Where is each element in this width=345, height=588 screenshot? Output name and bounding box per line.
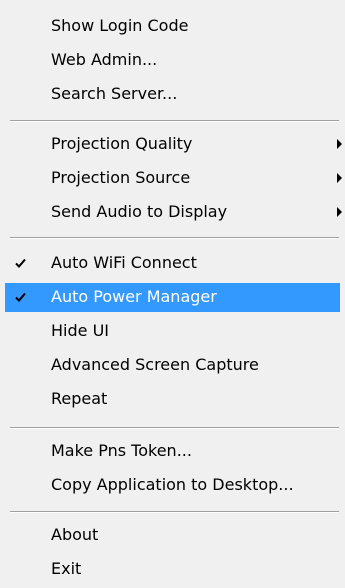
menu-item-label: About <box>51 525 99 544</box>
menu-item-auto-power-manager[interactable]: Auto Power Manager <box>5 283 340 312</box>
menu-item-advanced-screen-capture[interactable]: Advanced Screen Capture <box>5 351 340 380</box>
menu-item-search-server[interactable]: Search Server... <box>5 80 340 109</box>
menu-separator <box>10 511 339 513</box>
menu-item-label: Projection Quality <box>51 134 193 153</box>
menu-separator <box>10 237 339 239</box>
menu-item-label: Send Audio to Display <box>51 202 228 221</box>
menu-item-label: Advanced Screen Capture <box>51 355 259 374</box>
menu-item-make-pns-token[interactable]: Make Pns Token... <box>5 437 340 466</box>
submenu-arrow-icon <box>337 139 342 149</box>
checkmark-icon <box>15 292 26 302</box>
menu-item-label: Projection Source <box>51 168 191 187</box>
submenu-arrow-icon <box>337 207 342 217</box>
menu-item-projection-quality[interactable]: Projection Quality <box>5 130 342 159</box>
menu-item-label: Copy Application to Desktop... <box>51 475 294 494</box>
menu-item-about[interactable]: About <box>5 521 340 550</box>
menu-item-auto-wifi-connect[interactable]: Auto WiFi Connect <box>5 249 340 278</box>
menu-item-projection-source[interactable]: Projection Source <box>5 164 342 193</box>
menu-item-label: Exit <box>51 559 82 578</box>
menu-separator <box>10 120 339 122</box>
menu-item-label: Auto WiFi Connect <box>51 253 197 272</box>
menu-item-label: Search Server... <box>51 84 178 103</box>
menu-item-label: Repeat <box>51 389 108 408</box>
menu-item-show-login-code[interactable]: Show Login Code <box>5 12 340 41</box>
menu-item-label: Hide UI <box>51 321 109 340</box>
menu-item-label: Make Pns Token... <box>51 441 192 460</box>
context-menu: Show Login Code Web Admin... Search Serv… <box>0 0 345 588</box>
menu-item-repeat[interactable]: Repeat <box>5 385 340 414</box>
menu-item-send-audio-to-display[interactable]: Send Audio to Display <box>5 198 342 227</box>
menu-item-copy-application-to-desktop[interactable]: Copy Application to Desktop... <box>5 471 340 500</box>
menu-item-exit[interactable]: Exit <box>5 555 340 584</box>
menu-item-web-admin[interactable]: Web Admin... <box>5 46 340 75</box>
menu-item-label: Auto Power Manager <box>51 287 217 306</box>
menu-item-hide-ui[interactable]: Hide UI <box>5 317 340 346</box>
submenu-arrow-icon <box>337 173 342 183</box>
checkmark-icon <box>15 258 26 268</box>
menu-separator <box>10 427 339 429</box>
menu-item-label: Web Admin... <box>51 50 158 69</box>
menu-item-label: Show Login Code <box>51 16 189 35</box>
